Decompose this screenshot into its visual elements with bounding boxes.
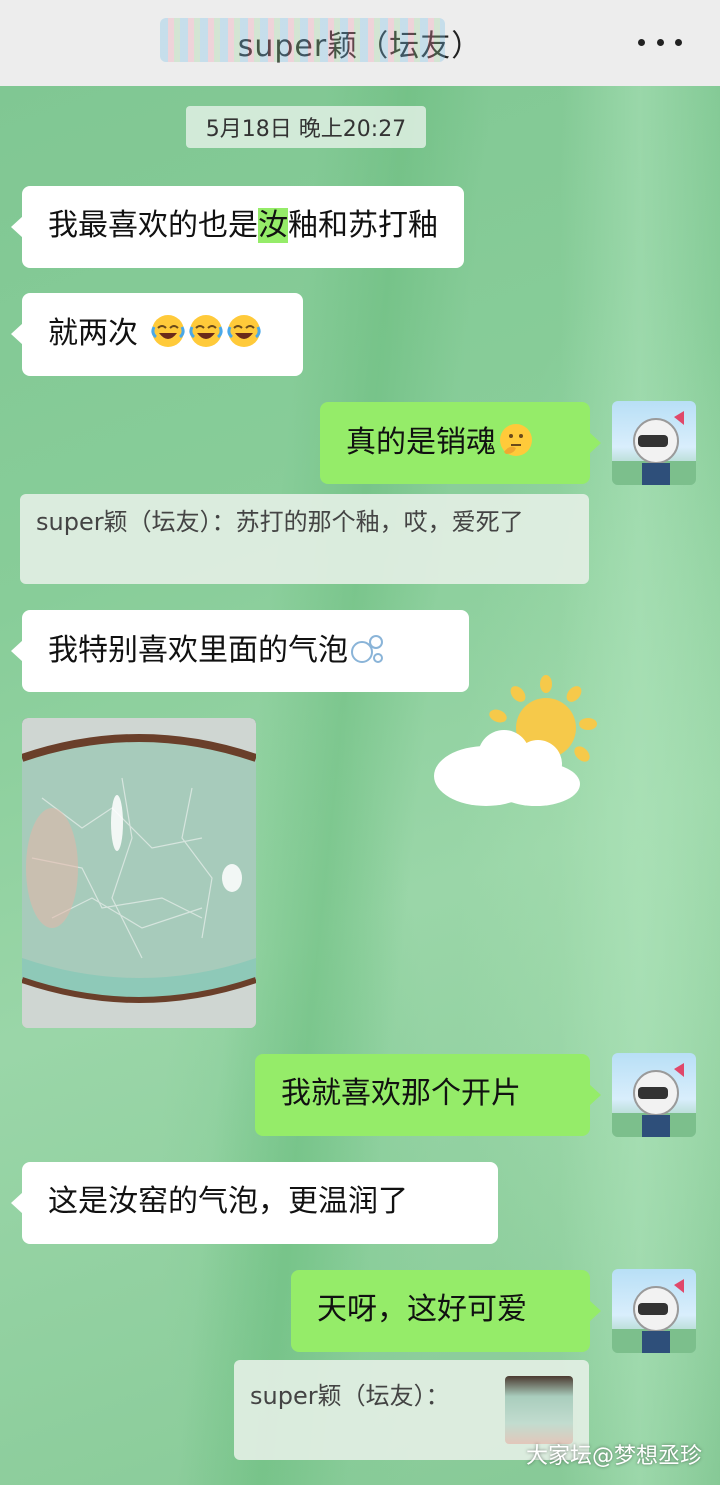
received-message[interactable]: 我最喜欢的也是汝釉和苏打釉 — [11, 186, 464, 268]
sent-message[interactable]: 真的是销魂 — [320, 402, 601, 484]
message-text: 我最喜欢的也是 — [48, 208, 258, 243]
message-text: 这是汝窑的气泡，更温润了 — [48, 1184, 408, 1219]
quoted-sender: super颖（坛友）： — [250, 1382, 450, 1410]
received-message[interactable]: 我特别喜欢里面的气泡 — [11, 610, 469, 692]
message-text: 我特别喜欢里面的气泡 — [48, 633, 348, 668]
avatar-image — [612, 1063, 696, 1137]
message-text: 釉和苏打釉 — [288, 208, 438, 243]
highlighted-text: 汝 — [258, 208, 288, 243]
received-message[interactable]: 就两次 — [11, 293, 303, 376]
received-message[interactable]: 这是汝窑的气泡，更温润了 — [11, 1162, 498, 1244]
quoted-image-thumbnail[interactable] — [505, 1376, 573, 1444]
chat-header: super颖（坛友） — [0, 0, 720, 86]
more-options-icon[interactable] — [638, 30, 682, 54]
laughing-crying-emoji — [150, 315, 185, 347]
title-mosaic — [160, 18, 445, 62]
message-text: 我就喜欢那个开片 — [281, 1076, 521, 1111]
message-text: 就两次 — [48, 316, 138, 351]
quoted-message[interactable]: super颖（坛友）：苏打的那个釉，哎，爱死了 — [20, 494, 589, 584]
sun-cloud-sticker — [434, 675, 597, 806]
user-avatar[interactable] — [612, 1053, 696, 1137]
message-timestamp: 5月18日 晚上20:27 — [186, 106, 426, 148]
user-avatar[interactable] — [612, 401, 696, 485]
avatar-image — [612, 411, 696, 485]
message-text: 真的是销魂 — [346, 425, 496, 460]
cup-image — [22, 718, 256, 1028]
sent-message[interactable]: 我就喜欢那个开片 — [255, 1054, 601, 1136]
laughing-crying-emoji — [226, 315, 261, 347]
bubbles-emoji — [351, 635, 383, 663]
sent-message[interactable]: 天呀，这好可爱 — [291, 1270, 601, 1352]
thinking-emoji — [500, 424, 532, 456]
celadon-cup-photo[interactable] — [22, 718, 256, 1028]
avatar-image — [612, 1279, 696, 1353]
watermark: 大家坛@梦想丞珍 — [525, 1444, 702, 1469]
message-text: 天呀，这好可爱 — [317, 1292, 527, 1327]
laughing-crying-emoji — [188, 315, 223, 347]
user-avatar[interactable] — [612, 1269, 696, 1353]
